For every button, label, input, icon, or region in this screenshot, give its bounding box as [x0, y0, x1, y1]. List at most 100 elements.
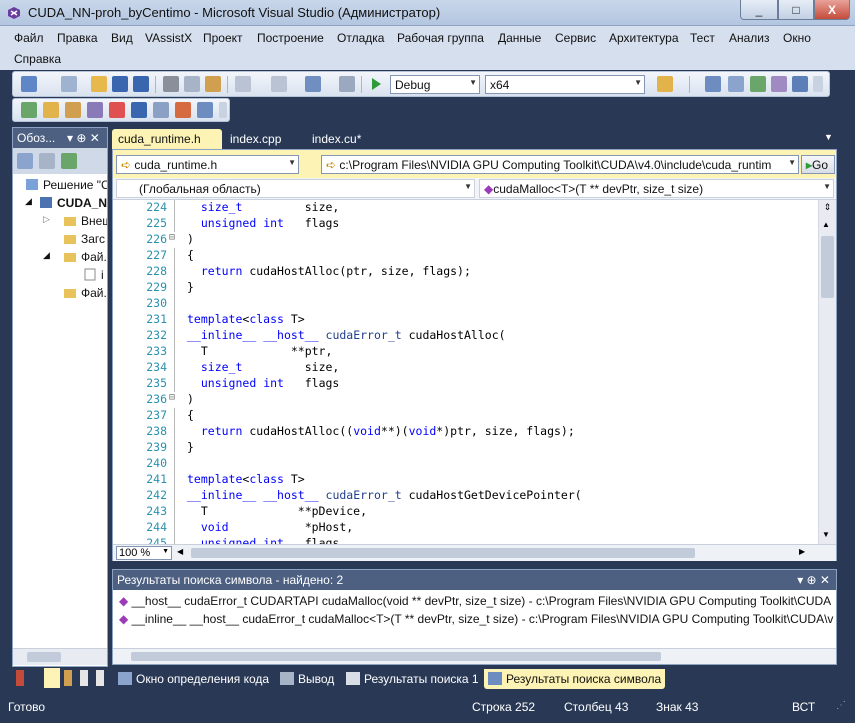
- tab-find-results-1[interactable]: Результаты поиска 1: [342, 669, 483, 689]
- code-line[interactable]: 232 __inline__ __host__ cudaError_t cudaH…: [113, 328, 818, 344]
- spell-check-icon[interactable]: [175, 102, 191, 118]
- scroll-down-icon[interactable]: ▼: [822, 530, 830, 539]
- navigate-backward-icon[interactable]: [305, 76, 321, 92]
- scroll-up-icon[interactable]: ▲: [822, 220, 830, 229]
- properties-icon[interactable]: [728, 76, 744, 92]
- code-area[interactable]: 224 size_t size, 225 unsigned int flags 22…: [113, 200, 818, 544]
- code-line[interactable]: 230: [113, 296, 818, 312]
- file-select[interactable]: ➪ cuda_runtime.h ▼: [116, 155, 299, 174]
- menu-project[interactable]: Проект: [203, 31, 243, 45]
- format-braces-icon[interactable]: [153, 102, 169, 118]
- tab-output[interactable]: Вывод: [276, 669, 338, 689]
- tree-item-resources[interactable]: Фай.: [13, 284, 107, 302]
- collapse-arrow-icon[interactable]: ◢: [43, 250, 50, 261]
- configuration-select[interactable]: Debug ▼: [390, 75, 480, 94]
- tree-item-file[interactable]: i: [13, 266, 107, 284]
- solution-explorer-icon[interactable]: [705, 76, 721, 92]
- class-view-tab-icon[interactable]: [44, 668, 60, 688]
- scroll-left-icon[interactable]: ◀: [177, 547, 183, 556]
- code-line[interactable]: 241 template<class T>: [113, 472, 818, 488]
- cut-icon[interactable]: [163, 76, 179, 92]
- code-line[interactable]: 244 void *pHost,: [113, 520, 818, 536]
- maximize-button[interactable]: □: [778, 0, 814, 20]
- tree-item-headers[interactable]: Загс: [13, 230, 107, 248]
- tree-item-solution[interactable]: Решение "C: [13, 176, 107, 194]
- undo-icon[interactable]: [235, 76, 251, 92]
- snippet-icon[interactable]: [65, 102, 81, 118]
- open-folder-icon[interactable]: [43, 102, 59, 118]
- scope-select[interactable]: (Глобальная область) ▼: [116, 179, 475, 198]
- tree-item-project[interactable]: ◢ CUDA_N: [13, 194, 107, 212]
- member-select[interactable]: ◆cudaMalloc<T>(T ** devPtr, size_t size)…: [479, 179, 834, 198]
- task-list-icon[interactable]: [21, 102, 37, 118]
- goto-definition-icon[interactable]: [131, 102, 147, 118]
- code-line[interactable]: 224 size_t size,: [113, 200, 818, 216]
- code-line[interactable]: 228 return cudaHostAlloc(ptr, size, flag…: [113, 264, 818, 280]
- menu-file[interactable]: Файл: [14, 31, 44, 45]
- start-debugging-icon[interactable]: [368, 76, 384, 92]
- code-line[interactable]: 231 template<class T>: [113, 312, 818, 328]
- code-line[interactable]: 238 return cudaHostAlloc((void**)(void*)…: [113, 424, 818, 440]
- result-row[interactable]: ◆ __inline__ __host__ cudaError_t cudaMa…: [119, 612, 833, 626]
- fold-collapse-icon[interactable]: ⊟: [169, 232, 181, 243]
- zoom-select[interactable]: 100 % ▼: [116, 546, 172, 560]
- refresh-icon[interactable]: [61, 153, 77, 169]
- tab-code-definition[interactable]: Окно определения кода: [114, 669, 273, 689]
- code-line[interactable]: 237 {: [113, 408, 818, 424]
- tree-item-external[interactable]: ▷ Внеш: [13, 212, 107, 230]
- menu-data[interactable]: Данные: [498, 31, 541, 45]
- code-line[interactable]: 245 unsigned int flags: [113, 536, 818, 544]
- code-line[interactable]: 240: [113, 456, 818, 472]
- panel-buttons[interactable]: ▾ ⊕ ✕: [67, 131, 100, 145]
- save-icon[interactable]: [112, 76, 128, 92]
- code-line[interactable]: 226 ⊟): [113, 232, 818, 248]
- go-button[interactable]: ▸Go: [801, 155, 835, 174]
- horizontal-scroll-thumb[interactable]: [191, 548, 695, 558]
- view-options-icon[interactable]: [197, 102, 213, 118]
- menu-view[interactable]: Вид: [111, 31, 133, 45]
- new-project-icon[interactable]: [21, 76, 37, 92]
- tab-cuda-runtime-h[interactable]: cuda_runtime.h: [112, 129, 222, 149]
- expand-arrow-icon[interactable]: ▷: [43, 214, 50, 225]
- add-item-icon[interactable]: [61, 76, 77, 92]
- refactor-icon[interactable]: [87, 102, 103, 118]
- menu-team[interactable]: Рабочая группа: [397, 31, 484, 45]
- horizontal-scrollbar[interactable]: [113, 648, 836, 664]
- code-line[interactable]: 233 T **ptr,: [113, 344, 818, 360]
- scrollbar-thumb[interactable]: [131, 652, 661, 661]
- close-button[interactable]: X: [814, 0, 850, 20]
- menu-vassistx[interactable]: VAssistX: [145, 31, 192, 45]
- code-line[interactable]: 235 unsigned int flags: [113, 376, 818, 392]
- toolbox-icon[interactable]: [792, 76, 808, 92]
- scrollbar-thumb[interactable]: [27, 652, 61, 662]
- tree-item-source-files[interactable]: ◢ Фай.: [13, 248, 107, 266]
- copy-icon[interactable]: [184, 76, 200, 92]
- scrollbar-thumb[interactable]: [821, 236, 834, 298]
- menu-tools[interactable]: Сервис: [555, 31, 596, 45]
- menu-analyze[interactable]: Анализ: [729, 31, 770, 45]
- toolbar-options-icon[interactable]: [813, 76, 823, 92]
- tab-index-cpp[interactable]: index.cpp: [224, 129, 287, 149]
- menu-debug[interactable]: Отладка: [337, 31, 384, 45]
- code-line[interactable]: 239}: [113, 440, 818, 456]
- code-line[interactable]: 243 T **pDevice,: [113, 504, 818, 520]
- resize-grip-icon[interactable]: ⋰: [836, 700, 846, 711]
- navigate-forward-icon[interactable]: [339, 76, 355, 92]
- code-line[interactable]: 227 {: [113, 248, 818, 264]
- menu-build[interactable]: Построение: [257, 31, 324, 45]
- toolbox-tab-icon[interactable]: [96, 670, 104, 686]
- tab-list-dropdown-icon[interactable]: ▼: [818, 129, 839, 149]
- tab-index-cu[interactable]: index.cu*: [306, 129, 367, 149]
- properties-icon[interactable]: [17, 153, 33, 169]
- tab-find-symbol-results[interactable]: Результаты поиска символа: [484, 669, 666, 689]
- split-icon[interactable]: ⇕: [821, 202, 834, 216]
- open-file-icon[interactable]: [91, 76, 107, 92]
- paste-icon[interactable]: [205, 76, 221, 92]
- horizontal-scrollbar[interactable]: [13, 648, 107, 665]
- toolbar-options-icon[interactable]: [219, 102, 227, 118]
- panel-buttons[interactable]: ▾ ⊕ ✕: [797, 573, 830, 587]
- find-in-files-icon[interactable]: [657, 76, 673, 92]
- code-line[interactable]: 242 __inline__ __host__ cudaError_t cudaH…: [113, 488, 818, 504]
- bookmark-icon[interactable]: [109, 102, 125, 118]
- menu-architecture[interactable]: Архитектура: [609, 31, 679, 45]
